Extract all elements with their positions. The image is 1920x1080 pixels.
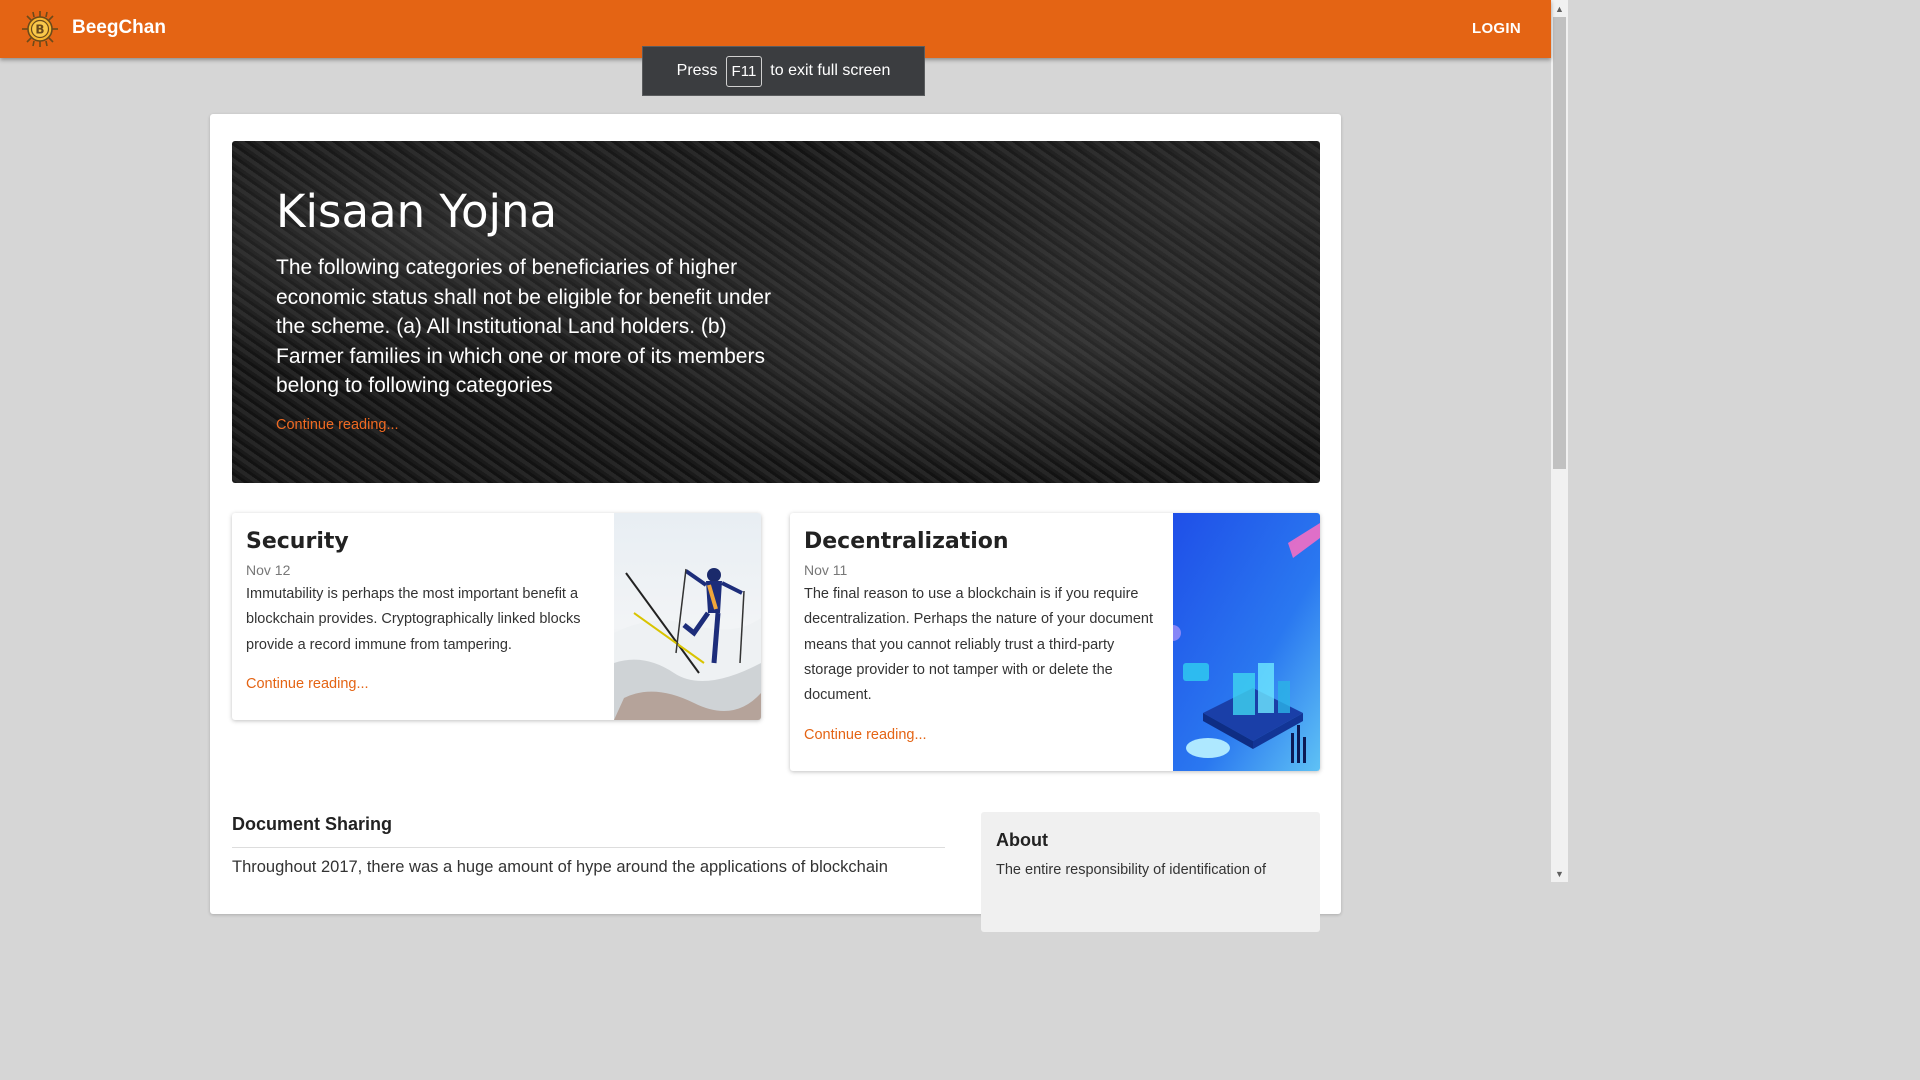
login-button[interactable]: LOGIN	[1472, 20, 1521, 37]
section-divider	[232, 847, 945, 848]
scroll-down-arrow-icon[interactable]: ▼	[1551, 865, 1568, 882]
brand-name[interactable]: BeegChan	[72, 17, 166, 39]
section-title: Document Sharing	[232, 814, 393, 834]
card-title: Decentralization	[804, 529, 1009, 554]
card-date: Nov 12	[246, 562, 291, 578]
hint-before-text: Press	[676, 62, 718, 79]
f11-key: F11	[725, 55, 763, 87]
decentralization-continue-link[interactable]: Continue reading...	[804, 727, 927, 743]
svg-text:B: B	[35, 23, 44, 37]
hero-banner: Kisaan Yojna The following categories of…	[232, 141, 1320, 483]
hero-continue-link[interactable]: Continue reading...	[276, 417, 399, 433]
security-card: Security Nov 12 Immutability is perhaps …	[232, 513, 761, 720]
bitcoin-chip-logo-icon[interactable]: B	[21, 10, 59, 48]
security-continue-link[interactable]: Continue reading...	[246, 676, 369, 692]
about-title: About	[996, 830, 1048, 850]
about-panel: About The entire responsibility of ident…	[981, 812, 1320, 932]
main-container: Kisaan Yojna The following categories of…	[210, 114, 1341, 932]
fullscreen-exit-hint: Press F11 to exit full screen	[642, 46, 925, 96]
card-text: Immutability is perhaps the most importa…	[246, 586, 581, 653]
decentralization-card: Decentralization Nov 11 The final reason…	[790, 513, 1320, 771]
blockchain-city-image	[1173, 513, 1320, 771]
card-date: Nov 11	[804, 562, 848, 578]
hero-title: Kisaan Yojna	[276, 185, 558, 238]
hero-text: The following categories of beneficiarie…	[276, 256, 771, 397]
card-title: Security	[246, 529, 349, 554]
skier-image	[614, 513, 761, 720]
card-text: The final reason to use a blockchain is …	[804, 586, 1154, 704]
scrollbar-thumb[interactable]	[1553, 17, 1566, 469]
vertical-scrollbar[interactable]: ▲ ▼	[1551, 0, 1568, 882]
hint-after-text: to exit full screen	[770, 62, 891, 79]
section-text: Throughout 2017, there was a huge amount…	[232, 858, 888, 876]
scroll-up-arrow-icon[interactable]: ▲	[1551, 0, 1568, 17]
about-text: The entire responsibility of identificat…	[996, 862, 1267, 878]
